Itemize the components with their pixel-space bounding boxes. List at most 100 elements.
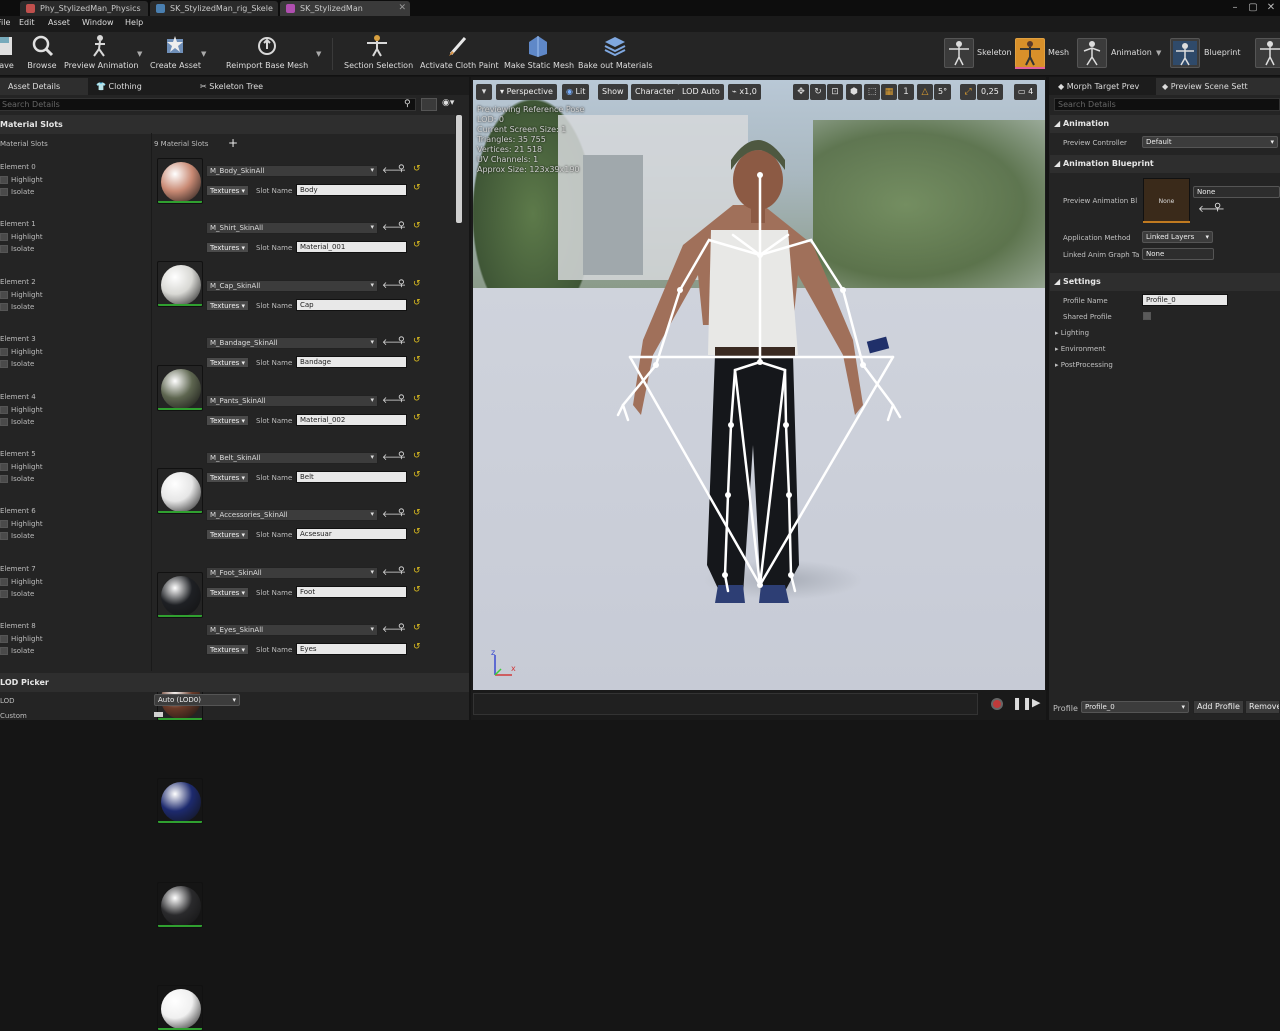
material-select[interactable]: M_Eyes_SkinAll ▾ <box>206 624 378 637</box>
material-select[interactable]: M_Foot_SkinAll ▾ <box>206 566 378 579</box>
scene-search-input[interactable]: Search Details <box>1054 98 1280 111</box>
save-button[interactable]: Save <box>0 34 16 74</box>
material-select[interactable]: M_Belt_SkinAll ▾ <box>206 452 378 464</box>
isolate-checkbox[interactable] <box>0 475 8 483</box>
chevron-down-icon[interactable]: ▼ <box>137 50 142 58</box>
skeleton-mode-button[interactable] <box>944 38 974 68</box>
slot-name-input[interactable]: Foot <box>296 585 407 598</box>
isolate-checkbox[interactable] <box>0 589 8 598</box>
animation-section-header[interactable]: ◢ Animation <box>1050 115 1280 133</box>
textures-dropdown[interactable]: Textures ▾ <box>206 357 250 369</box>
maximize-icon[interactable]: ▢ <box>1244 0 1262 16</box>
reset-arrow-icon[interactable]: ↺ <box>413 623 421 633</box>
reset-arrow-icon[interactable]: ↺ <box>413 642 421 652</box>
isolate-checkbox[interactable] <box>0 188 8 196</box>
grid-view-icon[interactable] <box>421 98 437 111</box>
isolate-option[interactable]: Isolate <box>0 475 34 483</box>
slot-name-input[interactable]: Cap <box>296 298 407 311</box>
browse-search-icon[interactable]: ⚲ <box>398 164 405 174</box>
scale-snap-value[interactable]: 0,25 <box>977 84 1003 100</box>
skeleton-mode-label[interactable]: Skeleton <box>977 48 1012 57</box>
reset-arrow-icon[interactable]: ↺ <box>413 470 421 480</box>
add-icon[interactable]: + <box>228 136 238 150</box>
close-icon[interactable]: ✕ <box>398 3 406 13</box>
viewport-options-button[interactable]: ▾ <box>476 84 492 100</box>
lod-auto-button[interactable]: LOD Auto <box>678 84 724 100</box>
character-button[interactable]: Character <box>631 84 679 100</box>
highlight-option[interactable]: Highlight <box>0 635 43 644</box>
play-icon[interactable]: ▶ <box>1032 696 1040 709</box>
highlight-option[interactable]: Highlight <box>0 348 43 357</box>
application-method-select[interactable]: Linked Layers ▾ <box>1142 231 1213 243</box>
settings-section-header[interactable]: ◢ Settings <box>1050 273 1280 291</box>
tab-preview-scene-settings[interactable]: ◆ Preview Scene Sett <box>1156 78 1280 95</box>
tab-skeleton-tree[interactable]: ✂ Skeleton Tree <box>200 78 296 95</box>
postprocessing-category[interactable]: ▸ PostProcessing <box>1055 361 1113 369</box>
rotation-snap-icon[interactable]: △ <box>917 84 933 100</box>
browse-search-icon[interactable]: ⚲ <box>398 566 405 576</box>
isolate-checkbox[interactable] <box>0 532 8 541</box>
isolate-option[interactable]: Isolate <box>0 589 34 598</box>
reset-arrow-icon[interactable]: ↺ <box>413 164 421 174</box>
shared-profile-checkbox[interactable] <box>1143 312 1151 320</box>
browse-search-icon[interactable]: ⚲ <box>398 394 405 404</box>
reset-arrow-icon[interactable]: ↺ <box>413 508 421 518</box>
reset-arrow-icon[interactable]: ↺ <box>413 413 421 423</box>
textures-dropdown[interactable]: Textures ▾ <box>206 414 250 426</box>
slot-name-input[interactable]: Eyes <box>296 643 407 656</box>
textures-dropdown[interactable]: Textures ▾ <box>206 644 250 656</box>
isolate-checkbox[interactable] <box>0 245 8 254</box>
blueprint-mode-button[interactable] <box>1170 38 1200 68</box>
slot-name-input[interactable]: Acsesuar <box>296 528 407 541</box>
animation-bp-value[interactable]: None <box>1193 186 1280 198</box>
browse-search-icon[interactable]: ⚲ <box>398 623 405 633</box>
reset-arrow-icon[interactable]: ↺ <box>413 527 421 537</box>
menu-window[interactable]: Window <box>82 18 114 27</box>
isolate-checkbox[interactable] <box>0 360 8 369</box>
playback-speed-button[interactable]: ⌁ x1,0 <box>728 84 761 100</box>
material-select[interactable]: M_Accessories_SkinAll ▾ <box>206 509 378 522</box>
tab-physics-asset[interactable]: Phy_StylizedMan_Physics <box>20 1 148 16</box>
mesh-mode-button[interactable] <box>1015 38 1045 68</box>
reimport-base-mesh-button[interactable]: Reimport Base Mesh <box>226 34 308 74</box>
isolate-option[interactable]: Isolate <box>0 417 34 426</box>
rotate-icon[interactable]: ↻ <box>810 84 826 100</box>
reset-arrow-icon[interactable]: ↺ <box>413 355 421 365</box>
add-profile-button[interactable]: Add Profile <box>1193 700 1244 714</box>
isolate-checkbox[interactable] <box>0 302 8 311</box>
browse-search-icon[interactable]: ⚲ <box>398 451 405 461</box>
mesh-mode-label[interactable]: Mesh <box>1048 48 1069 57</box>
chevron-down-icon[interactable]: ▼ <box>201 50 206 58</box>
slot-name-input[interactable]: Belt <box>296 471 407 483</box>
material-thumbnail[interactable] <box>157 571 203 618</box>
material-select[interactable]: M_Shirt_SkinAll ▾ <box>206 222 378 235</box>
environment-category[interactable]: ▸ Environment <box>1055 345 1105 353</box>
perspective-button[interactable]: ▾ Perspective <box>496 84 557 100</box>
material-thumbnail[interactable] <box>157 158 203 204</box>
scale-icon[interactable]: ⊡ <box>827 84 843 100</box>
eye-icon[interactable]: ◉▾ <box>442 98 454 108</box>
custom-checkbox[interactable] <box>154 712 163 717</box>
highlight-checkbox[interactable] <box>0 520 8 529</box>
material-select[interactable]: M_Pants_SkinAll ▾ <box>206 394 378 407</box>
textures-dropdown[interactable]: Textures ▾ <box>206 185 250 196</box>
isolate-option[interactable]: Isolate <box>0 188 34 196</box>
highlight-checkbox[interactable] <box>0 463 8 471</box>
reset-arrow-icon[interactable]: ↺ <box>413 279 421 289</box>
isolate-checkbox[interactable] <box>0 417 8 426</box>
highlight-checkbox[interactable] <box>0 290 8 299</box>
highlight-option[interactable]: Highlight <box>0 233 43 242</box>
lod-picker-header[interactable]: LOD Picker <box>0 673 469 692</box>
animation-mode-button[interactable] <box>1077 38 1107 68</box>
tab-morph-target-preview[interactable]: ◆ Morph Target Prev <box>1050 78 1154 95</box>
lit-button[interactable]: ◉ Lit <box>562 84 590 100</box>
tab-skeleton-asset[interactable]: SK_StylizedMan_rig_Skele <box>150 1 278 16</box>
highlight-checkbox[interactable] <box>0 577 8 586</box>
animation-bp-thumbnail[interactable]: None <box>1143 178 1190 223</box>
section-selection-button[interactable]: Section Selection <box>344 34 413 74</box>
material-slots-header[interactable]: Material Slots <box>0 115 455 134</box>
scale-snap-icon[interactable]: ⤢ <box>960 84 976 100</box>
slot-name-input[interactable]: Material_001 <box>296 241 407 254</box>
record-icon[interactable] <box>991 698 1003 710</box>
scrollbar-thumb[interactable] <box>456 115 462 223</box>
